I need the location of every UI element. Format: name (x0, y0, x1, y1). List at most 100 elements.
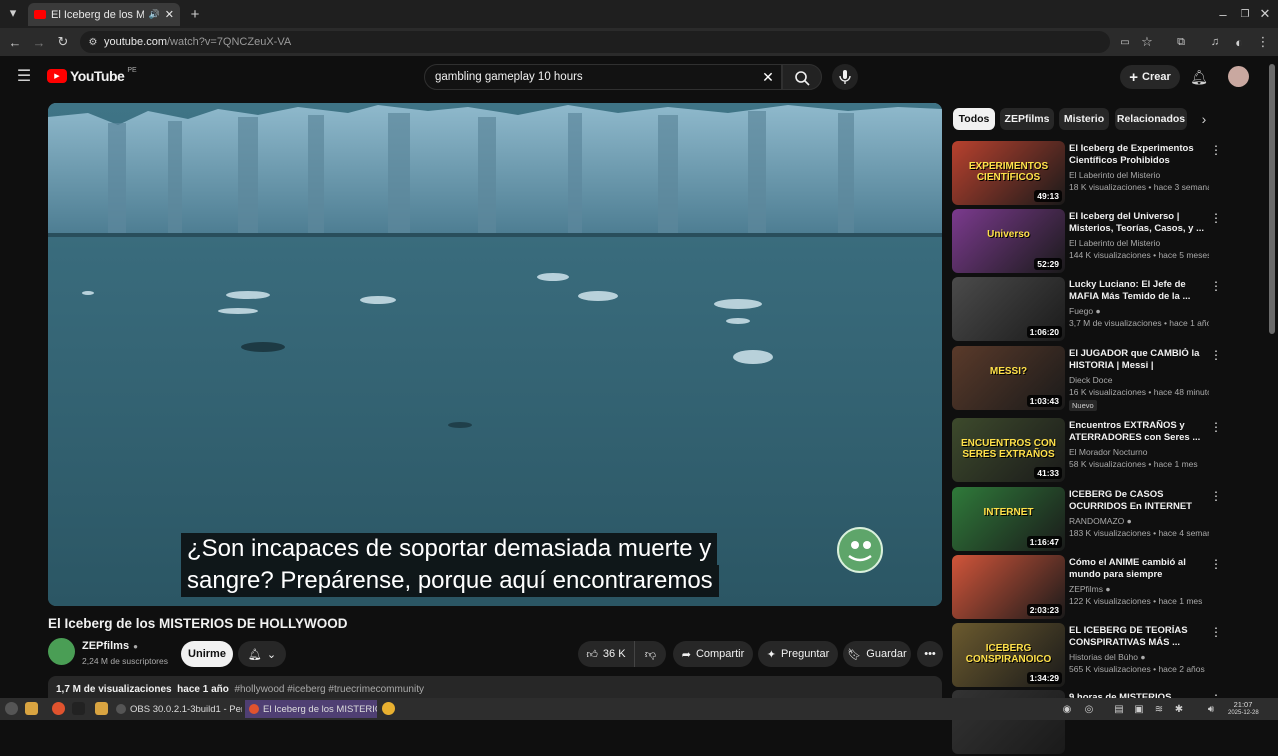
recommendation-item[interactable]: Universo 52:29 El Iceberg del Universo | M… (952, 209, 1258, 275)
tray-volume-icon[interactable]: 🔊︎ (1204, 702, 1218, 716)
recommendation-item[interactable]: MESSI? 1:03:43 El JUGADOR que CAMBIÓ la HI… (952, 346, 1258, 412)
recommendation-channel[interactable]: Historias del Búho ● (1069, 652, 1209, 662)
browser-tab-active[interactable]: El Iceberg de los MISTERI 🔊 ✕ (28, 3, 180, 26)
address-bar[interactable]: ⚙ youtube.com/watch?v=7QNCZeuX-VA (80, 31, 1110, 53)
tab-close-icon[interactable]: ✕ (165, 8, 174, 21)
more-options-icon[interactable]: ⋮ (1210, 348, 1222, 362)
recommendation-title[interactable]: El Iceberg de Experimentos Científicos P… (1069, 143, 1209, 167)
video-thumbnail[interactable]: MESSI? 1:03:43 (952, 346, 1065, 410)
chip-zepfilms[interactable]: ZEPfilms (1000, 108, 1054, 130)
like-button[interactable]: 👍︎ 36 K (578, 641, 634, 667)
recommendation-title[interactable]: El JUGADOR que CAMBIÓ la HISTORIA | Mess… (1069, 348, 1209, 372)
recommendation-title[interactable]: El Iceberg del Universo | Misterios, Teo… (1069, 211, 1209, 235)
tray-obs-icon[interactable]: ◉ (1060, 702, 1074, 716)
browser-app-icon[interactable] (52, 702, 65, 715)
recommendation-channel[interactable]: Dieck Doce (1069, 375, 1209, 385)
tray-steam-icon[interactable]: ◎ (1082, 702, 1096, 716)
minimize-icon[interactable]: – (1216, 7, 1230, 22)
media-controls-icon[interactable]: ♫ (1208, 35, 1222, 49)
video-thumbnail[interactable]: 1:06:20 (952, 277, 1065, 341)
site-info-icon[interactable]: ⚙ (86, 35, 100, 49)
recommendation-channel[interactable]: ZEPfilms ● (1069, 584, 1209, 594)
share-button[interactable]: ➦ Compartir (673, 641, 753, 667)
maximize-icon[interactable]: ❐ (1238, 7, 1252, 21)
recommendation-channel[interactable]: El Morador Nocturno (1069, 447, 1209, 457)
subscription-bell-button[interactable]: 🔔︎ ⌄ (238, 641, 286, 667)
search-button[interactable] (782, 64, 822, 90)
ask-button[interactable]: ✦ Preguntar (758, 641, 838, 667)
recommendation-title[interactable]: EL ICEBERG DE TEORÍAS CONSPIRATIVAS MÁS … (1069, 625, 1209, 649)
hashtags[interactable]: #hollywood #iceberg #truecrimecommunity (234, 684, 424, 695)
video-thumbnail[interactable]: 2:03:23 (952, 555, 1065, 619)
chip-relacionados[interactable]: Relacionados (1115, 108, 1187, 130)
youtube-logo[interactable]: ▶ YouTube PE (47, 67, 137, 84)
more-options-icon[interactable]: ⋮ (1210, 625, 1222, 639)
profile-icon[interactable]: ◐ (1232, 35, 1246, 50)
video-thumbnail[interactable]: INTERNET 1:16:47 (952, 487, 1065, 551)
channel-name-row[interactable]: ZEPfilms ● (82, 640, 138, 652)
channel-avatar[interactable] (48, 638, 75, 665)
recommendation-channel[interactable]: Fuego ● (1069, 306, 1209, 316)
recommendation-title[interactable]: ICEBERG De CASOS OCURRIDOS En INTERNET (1069, 489, 1209, 513)
recommendation-item[interactable]: 1:06:20 Lucky Luciano: El Jefe de MAFIA M… (952, 277, 1258, 343)
tray-bluetooth-icon[interactable]: ✱ (1172, 702, 1186, 716)
chip-misterio[interactable]: Misterio (1059, 108, 1109, 130)
recommendation-item[interactable]: INTERNET 1:16:47 ICEBERG De CASOS OCURRIDO… (952, 487, 1258, 553)
chips-next-chevron-icon[interactable]: › (1196, 111, 1212, 127)
video-thumbnail[interactable]: ENCUENTROS CON SERES EXTRAÑOS 41:33 (952, 418, 1065, 482)
tray-window-icon[interactable]: ▣ (1132, 702, 1146, 716)
chip-todos[interactable]: Todos (953, 108, 995, 130)
recommendation-title[interactable]: Lucky Luciano: El Jefe de MAFIA Más Temi… (1069, 279, 1209, 303)
video-thumbnail[interactable]: EXPERIMENTOS CIENTÍFICOS 49:13 (952, 141, 1065, 205)
recommendation-title[interactable]: Cómo el ANIME cambió al mundo para siemp… (1069, 557, 1209, 581)
hamburger-menu-icon[interactable]: ☰ (16, 68, 32, 85)
more-options-icon[interactable]: ⋮ (1210, 489, 1222, 503)
speaker-icon[interactable]: 🔊 (149, 9, 160, 20)
back-icon[interactable]: ← (8, 35, 22, 50)
more-options-icon[interactable]: ⋮ (1210, 279, 1222, 293)
start-menu-icon[interactable] (5, 702, 18, 715)
files-app-icon[interactable] (25, 702, 38, 715)
video-thumbnail[interactable]: Universo 52:29 (952, 209, 1065, 273)
extensions-icon[interactable]: ⧉ (1174, 35, 1188, 49)
description-box[interactable]: 1,7 M de visualizaciones hace 1 año #hol… (48, 676, 942, 700)
browser-menu-icon[interactable]: ⋮ (1256, 34, 1270, 49)
new-tab-icon[interactable]: + (188, 6, 202, 23)
create-button[interactable]: + Crear (1120, 65, 1180, 89)
folder-app-icon[interactable] (95, 702, 108, 715)
recommendation-channel[interactable]: El Laberinto del Misterio (1069, 170, 1209, 180)
clock[interactable]: 21:07 2025-12-28 (1228, 700, 1259, 718)
user-avatar[interactable] (1228, 66, 1249, 87)
recommendation-item[interactable]: 2:03:23 Cómo el ANIME cambió al mundo par… (952, 555, 1258, 621)
close-window-icon[interactable]: ✕ (1258, 6, 1272, 21)
more-options-icon[interactable]: ⋮ (1210, 557, 1222, 571)
video-thumbnail[interactable]: ICEBERG CONSPIRANOICO 1:34:29 (952, 623, 1065, 687)
notifications-bell-icon[interactable]: 🔔︎ (1190, 68, 1208, 86)
forward-icon[interactable]: → (32, 35, 46, 50)
recommendation-item[interactable]: EXPERIMENTOS CIENTÍFICOS 49:13 El Iceberg … (952, 141, 1258, 207)
recommendation-item[interactable]: ENCUENTROS CON SERES EXTRAÑOS 41:33 Encuen… (952, 418, 1258, 484)
dislike-button[interactable]: 👎︎ (634, 641, 666, 667)
voice-search-button[interactable] (832, 64, 858, 90)
tray-clipboard-icon[interactable]: ▤ (1112, 702, 1126, 716)
more-options-icon[interactable]: ⋮ (1210, 420, 1222, 434)
search-input[interactable]: gambling gameplay 10 hours ✕ (424, 64, 782, 90)
recommendation-channel[interactable]: RANDOMAZO ● (1069, 516, 1209, 526)
terminal-app-icon[interactable] (72, 702, 85, 715)
more-actions-button[interactable]: ••• (917, 641, 943, 667)
taskbar-app-obs[interactable]: OBS 30.0.2.1-3build1 - Per... (112, 700, 242, 718)
video-player[interactable]: ¿Son incapaces de soportar demasiada mue… (48, 103, 942, 606)
join-button[interactable]: Unirme (181, 641, 233, 667)
tray-wifi-icon[interactable]: ≋ (1152, 702, 1166, 716)
recommendation-title[interactable]: Encuentros EXTRAÑOS y ATERRADORES con Se… (1069, 420, 1209, 444)
chrome-app-icon[interactable] (382, 702, 395, 715)
reload-icon[interactable]: ↻ (56, 34, 70, 49)
channel-name[interactable]: ZEPfilms (82, 640, 129, 652)
more-options-icon[interactable]: ⋮ (1210, 143, 1222, 157)
bookmark-star-icon[interactable]: ☆ (1140, 34, 1154, 49)
tab-list-icon[interactable]: ▾ (6, 5, 20, 20)
recommendation-item[interactable]: ICEBERG CONSPIRANOICO 1:34:29 EL ICEBERG D… (952, 623, 1258, 689)
more-options-icon[interactable]: ⋮ (1210, 211, 1222, 225)
taskbar-app-browser[interactable]: El Iceberg de los MISTERIO... (245, 700, 377, 718)
channel-watermark-logo[interactable] (836, 526, 884, 574)
